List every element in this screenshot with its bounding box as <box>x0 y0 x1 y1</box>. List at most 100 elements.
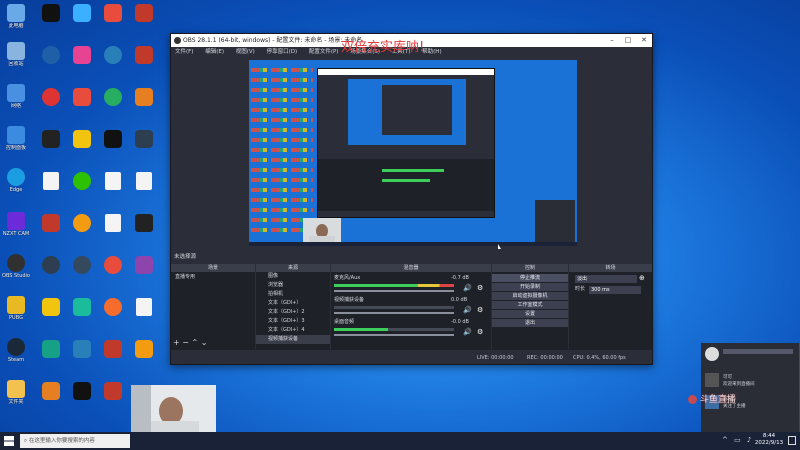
virtual-camera-button[interactable]: 启动虚拟摄像机 <box>492 292 568 300</box>
app-icon[interactable] <box>73 4 91 22</box>
exit-button[interactable]: 退出 <box>492 319 568 327</box>
app-icon[interactable] <box>42 256 60 274</box>
app-icon[interactable] <box>135 46 153 64</box>
settings-button[interactable]: 设置 <box>492 310 568 318</box>
origin-icon[interactable] <box>104 298 122 316</box>
control-panel-icon <box>7 126 25 144</box>
file-icon[interactable] <box>105 214 121 232</box>
app-icon[interactable] <box>104 130 122 148</box>
move-down-icon[interactable]: ⌄ <box>201 338 208 347</box>
source-item[interactable]: 文本（GDI+）4 <box>256 326 330 335</box>
scene-item[interactable]: 直播专用 <box>171 273 259 282</box>
app-icon[interactable] <box>42 298 60 316</box>
notification-item[interactable] <box>705 347 795 369</box>
menu-view[interactable]: 视图(V) <box>236 49 255 55</box>
gear-icon[interactable]: ⚙ <box>477 306 483 314</box>
gear-icon[interactable]: ⚙ <box>477 284 483 292</box>
netease-music-icon[interactable] <box>42 88 60 106</box>
menu-edit[interactable]: 编辑(E) <box>205 49 224 55</box>
app-icon[interactable] <box>42 214 60 232</box>
app-icon[interactable] <box>135 130 153 148</box>
obs-window[interactable]: OBS 28.1.1 (64-bit, windows) - 配置文件: 未命名… <box>170 33 653 365</box>
desktop-icon[interactable]: 文件夹 <box>0 378 32 414</box>
app-icon[interactable] <box>104 88 122 106</box>
volume-slider[interactable] <box>334 334 454 336</box>
app-icon[interactable] <box>135 88 153 106</box>
qq-icon[interactable] <box>42 4 60 22</box>
menu-file[interactable]: 文件(F) <box>175 49 193 55</box>
desktop-icon[interactable]: NZXT CAM <box>0 210 32 246</box>
desktop-icon[interactable]: 控制面板 <box>0 124 32 160</box>
clock[interactable]: 8:44 2022/9/13 <box>752 433 786 447</box>
move-up-icon[interactable]: ⌃ <box>192 338 199 347</box>
app-icon[interactable] <box>42 382 60 400</box>
app-icon[interactable] <box>73 340 91 358</box>
app-icon[interactable] <box>42 46 60 64</box>
start-button[interactable] <box>4 436 14 446</box>
maximize-button[interactable]: □ <box>620 34 636 47</box>
wechat-icon[interactable] <box>73 172 91 190</box>
app-icon[interactable] <box>73 382 91 400</box>
app-icon[interactable] <box>73 46 91 64</box>
desktop-icon[interactable]: OBS Studio <box>0 252 32 288</box>
source-item[interactable]: 拍相机 <box>256 290 330 299</box>
app-icon[interactable] <box>104 340 122 358</box>
menu-profile[interactable]: 配置文件(P) <box>309 49 339 55</box>
app-icon[interactable] <box>135 4 153 22</box>
app-icon[interactable] <box>73 88 91 106</box>
app-icon[interactable] <box>42 130 60 148</box>
remove-scene-button[interactable]: − <box>182 338 189 347</box>
menu-docks[interactable]: 停靠窗口(D) <box>267 49 298 55</box>
no-source-label: 未选择源 <box>174 254 197 260</box>
file-icon[interactable] <box>105 172 121 190</box>
sources-dock-header: 来源 <box>256 264 330 272</box>
desktop-icon[interactable]: 回收站 <box>0 40 32 76</box>
source-item-selected[interactable]: 视频捕获设备 <box>256 335 330 344</box>
add-scene-button[interactable]: + <box>173 338 180 347</box>
speaker-icon[interactable]: 🔊 <box>463 284 472 292</box>
source-item[interactable]: 文本（GDI+）3 <box>256 317 330 326</box>
app-icon[interactable] <box>135 256 153 274</box>
app-icon[interactable] <box>73 298 91 316</box>
volume-slider[interactable] <box>334 312 454 314</box>
app-icon[interactable] <box>135 340 153 358</box>
gear-icon[interactable]: ⚙ <box>477 328 483 336</box>
desktop-icon[interactable]: 此电脑 <box>0 2 32 38</box>
add-transition-icon[interactable]: ⊕ <box>639 274 645 282</box>
stop-streaming-button[interactable]: 停止推流 <box>492 274 568 282</box>
speaker-icon[interactable]: 🔊 <box>463 328 472 336</box>
desktop-icon[interactable]: Steam <box>0 336 32 372</box>
preview-canvas[interactable] <box>249 60 577 246</box>
notification-center-icon[interactable] <box>788 436 796 445</box>
duration-input[interactable]: 300 ms <box>589 286 641 294</box>
app-icon[interactable] <box>73 130 91 148</box>
source-item[interactable]: 文本（GDI+）2 <box>256 308 330 317</box>
start-recording-button[interactable]: 开始录制 <box>492 283 568 291</box>
studio-mode-button[interactable]: 工作室模式 <box>492 301 568 309</box>
clock-time: 8:44 <box>762 433 776 439</box>
app-icon[interactable] <box>104 256 122 274</box>
app-icon[interactable] <box>42 340 60 358</box>
source-item[interactable]: 图像 <box>256 272 330 281</box>
desktop-icon[interactable]: PUBG <box>0 294 32 330</box>
app-icon[interactable] <box>104 4 122 22</box>
file-icon[interactable] <box>136 172 152 190</box>
app-icon[interactable] <box>73 256 91 274</box>
file-icon[interactable] <box>136 298 152 316</box>
close-button[interactable]: ✕ <box>636 34 652 47</box>
app-icon[interactable] <box>104 46 122 64</box>
epic-icon[interactable] <box>135 214 153 232</box>
desktop-icon[interactable]: Edge <box>0 166 32 202</box>
file-icon[interactable] <box>43 172 59 190</box>
app-icon[interactable] <box>73 214 91 232</box>
source-item[interactable]: 浏览器 <box>256 281 330 290</box>
desktop-icon[interactable]: 网络 <box>0 82 32 118</box>
source-item[interactable]: 文本（GDI+） <box>256 299 330 308</box>
speaker-icon[interactable]: 🔊 <box>463 306 472 314</box>
app-icon[interactable] <box>104 382 122 400</box>
transition-select[interactable]: 淡出 <box>575 275 637 283</box>
minimize-button[interactable]: – <box>604 34 620 47</box>
volume-slider[interactable] <box>334 290 454 292</box>
taskbar-search-box[interactable]: ⌕ 在这里输入你要搜索的内容 <box>20 434 130 448</box>
menu-help[interactable]: 帮助(H) <box>422 49 441 55</box>
